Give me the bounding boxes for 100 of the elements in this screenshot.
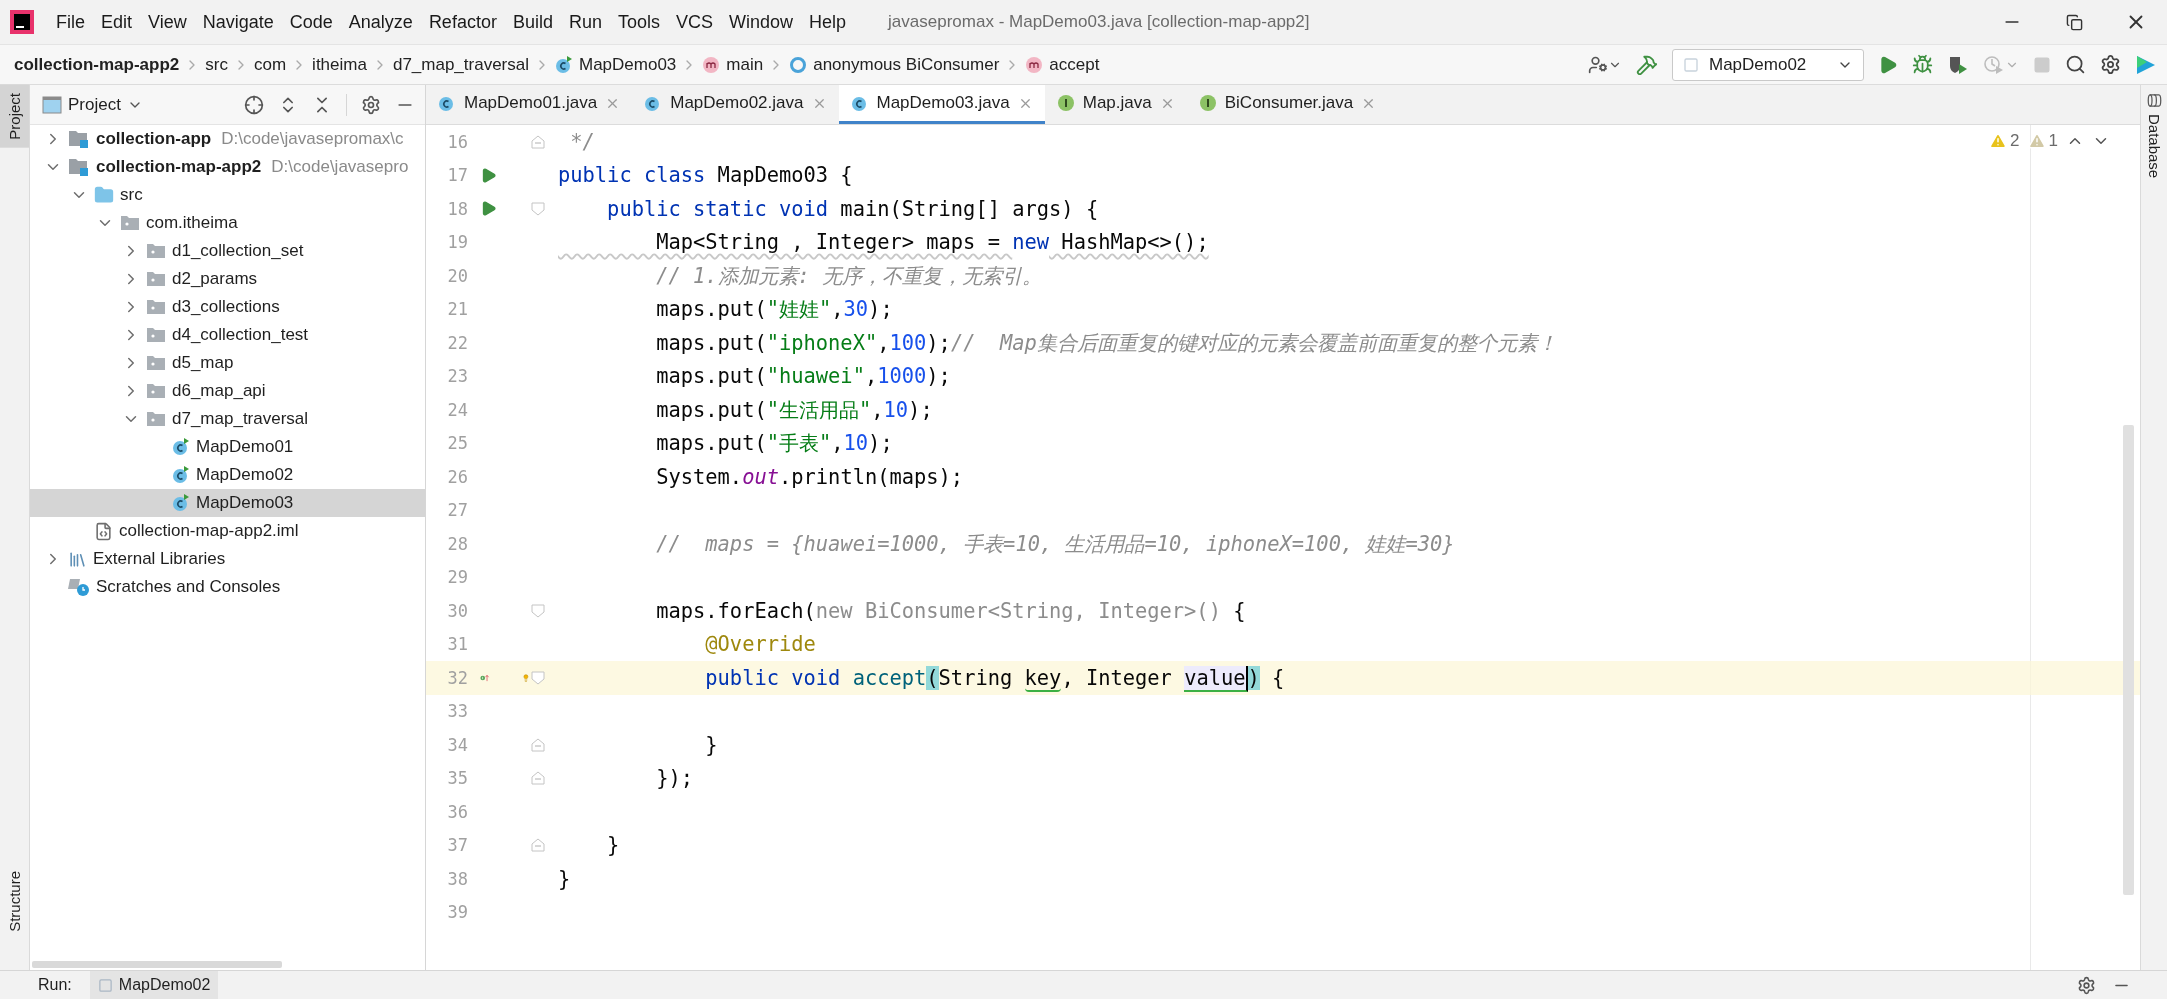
menu-item[interactable]: Navigate (194, 11, 282, 33)
class-icon (555, 55, 573, 74)
code-line: public void accept(String key, Integer value) { (704, 665, 1285, 690)
run-icon[interactable] (480, 166, 497, 184)
module-icon (68, 157, 90, 177)
tree-row[interactable]: src (30, 181, 425, 209)
tree-label: collection-app (96, 129, 212, 149)
line-number: 29 (446, 567, 468, 588)
tree-row[interactable]: collection-app D:\code\javasepromax\c (30, 125, 425, 153)
tree-row[interactable]: d6_map_api (30, 377, 425, 405)
menu-item[interactable]: Help (801, 11, 855, 33)
settings-icon[interactable] (2077, 975, 2096, 995)
menu-item[interactable]: File (48, 11, 93, 33)
tree-row[interactable]: collection-map-app2 D:\code\javasepro (30, 153, 425, 181)
tree-row[interactable]: d3_collections (30, 293, 425, 321)
editor-tab[interactable]: MapDemo03.java (838, 85, 1045, 124)
search-icon[interactable] (2065, 54, 2086, 75)
breadcrumb[interactable]: com (254, 54, 287, 75)
breadcrumb[interactable]: accept (1025, 54, 1100, 75)
code-line: public static void main(String[] args) { (606, 196, 1099, 221)
line-number: 33 (446, 701, 468, 722)
editor-tab[interactable]: MapDemo02.java (632, 85, 839, 124)
menu-item[interactable]: VCS (668, 11, 721, 33)
locate-icon[interactable] (244, 94, 264, 115)
path-hint: D:\code\javasepromax\c (221, 129, 404, 149)
class-icon (172, 438, 190, 456)
warning-icon (1989, 132, 2008, 150)
line-number: 20 (446, 265, 468, 286)
class-icon (850, 94, 869, 112)
menu-item[interactable]: Window (721, 11, 802, 33)
menu-item[interactable]: Build (504, 11, 561, 33)
package-icon (146, 242, 166, 260)
breadcrumb[interactable]: anonymous BiConsumer (789, 54, 1000, 75)
bug-icon[interactable] (1912, 54, 1933, 75)
code-line: maps.put("iphoneX",100);// Map集合后面重复的键对应的元素会覆盖前面重复的整个元素！ (655, 329, 1557, 357)
weak-warning-count[interactable]: 1 (2027, 131, 2058, 151)
menu-item[interactable]: Tools (609, 11, 668, 33)
run-tab[interactable]: MapDemo02 (89, 971, 219, 999)
user-icon[interactable] (1588, 54, 1608, 75)
code-line: @Override (704, 632, 816, 657)
breadcrumb[interactable]: MapDemo03 (555, 54, 677, 75)
method-icon (1025, 55, 1044, 74)
scrollbar-thumb[interactable] (32, 960, 282, 968)
tree-label: MapDemo01 (196, 437, 294, 457)
breadcrumb[interactable]: main (702, 54, 764, 75)
tool-window-tab[interactable]: Structure (0, 863, 29, 940)
tree-row[interactable]: collection-map-app2.iml (30, 517, 425, 545)
tree-row[interactable]: MapDemo03 (30, 489, 425, 517)
interface-icon (1198, 94, 1217, 112)
line-number: 28 (446, 533, 468, 554)
file-icon (94, 521, 113, 541)
code-line: */ (569, 129, 595, 154)
code-line: } (704, 732, 718, 757)
restore-icon[interactable] (2065, 13, 2083, 31)
run-icon[interactable] (480, 200, 497, 218)
tree-row[interactable]: d1_collection_set (30, 237, 425, 265)
tree-row[interactable]: Scratches and Consoles (30, 573, 425, 601)
panel-title[interactable]: Project (42, 94, 143, 115)
hammer-icon[interactable] (1636, 53, 1658, 76)
warning-count[interactable]: 2 (1989, 131, 2020, 151)
scrollbar-thumb[interactable] (2123, 425, 2134, 895)
breadcrumb[interactable]: itheima (312, 54, 367, 75)
tool-window-tab[interactable]: Database (2141, 85, 2167, 187)
tree-row[interactable]: d2_params (30, 265, 425, 293)
settings-icon[interactable] (2100, 54, 2121, 75)
tree-row[interactable]: d5_map (30, 349, 425, 377)
app-logo-icon (10, 10, 34, 34)
code-line: maps.put("huawei",1000); (655, 364, 951, 389)
run-config-select[interactable]: MapDemo02 (1672, 48, 1864, 81)
run-icon[interactable] (1878, 54, 1898, 75)
line-number: 36 (446, 801, 468, 822)
editor-tab[interactable]: MapDemo01.java (426, 85, 633, 124)
app-logo-icon[interactable] (2135, 53, 2157, 76)
menu-item[interactable]: Code (281, 11, 341, 33)
tree-row[interactable]: MapDemo01 (30, 433, 425, 461)
breadcrumb[interactable]: collection-map-app2 (14, 54, 180, 75)
window-icon (97, 977, 113, 993)
tree-row[interactable]: MapDemo02 (30, 461, 425, 489)
tree-row[interactable]: d7_map_traversal (30, 405, 425, 433)
menu-item[interactable]: Analyze (340, 11, 421, 33)
editor-tab[interactable]: Map.java (1044, 85, 1187, 124)
tree-row[interactable]: External Libraries (30, 545, 425, 573)
tree-row[interactable]: com.itheima (30, 209, 425, 237)
package-icon (146, 382, 166, 400)
class-icon (172, 466, 190, 484)
line-number: 37 (446, 835, 468, 856)
tree-row[interactable]: d4_collection_test (30, 321, 425, 349)
settings-icon[interactable] (361, 94, 381, 115)
tool-window-tab[interactable]: Project (0, 85, 29, 148)
breadcrumb[interactable]: src (205, 54, 228, 75)
tree-label: d6_map_api (172, 381, 266, 401)
menu-item[interactable]: View (140, 11, 195, 33)
editor-tab[interactable]: BiConsumer.java (1186, 85, 1389, 124)
breadcrumb[interactable]: d7_map_traversal (392, 54, 529, 75)
menu-item[interactable]: Edit (93, 11, 141, 33)
menu-item[interactable]: Refactor (420, 11, 505, 33)
code-line: maps.put("娃娃",30); (655, 296, 893, 324)
folder-icon (94, 185, 114, 205)
line-number: 19 (446, 232, 468, 253)
menu-item[interactable]: Run (560, 11, 610, 33)
